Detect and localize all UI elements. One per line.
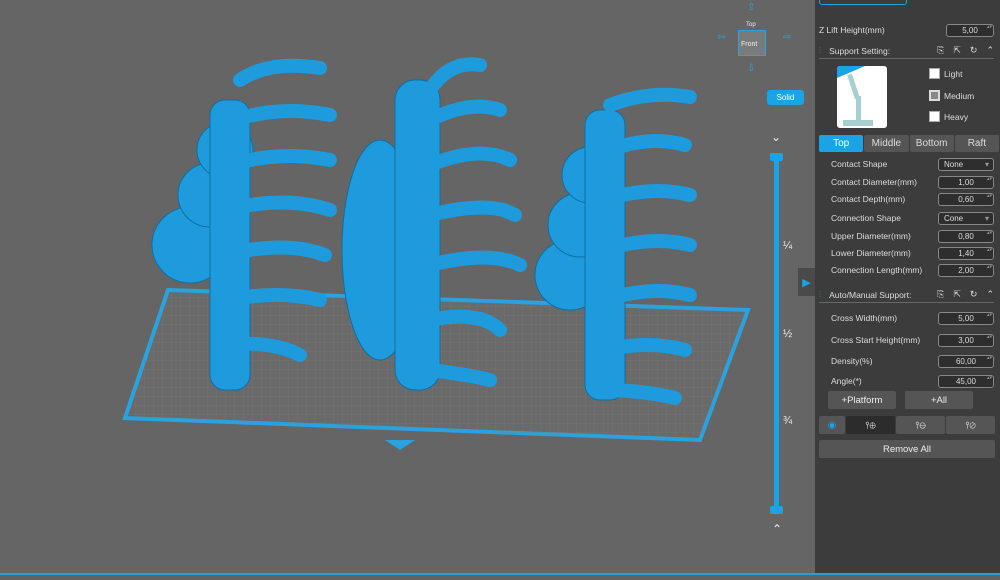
reset-icon[interactable]: ↻ (970, 289, 978, 300)
field-label: Density(%) (831, 356, 873, 366)
density-heavy[interactable]: Heavy (929, 111, 968, 122)
field-label: Upper Diameter(mm) (831, 231, 911, 241)
lower-diameter-input[interactable]: 1,40 (938, 246, 994, 260)
add-support-icon: ⫯⊕ (865, 419, 876, 431)
rotate-up-icon[interactable]: ⇧ (747, 2, 755, 13)
cross-start-height-input[interactable]: 3,00 (938, 333, 994, 347)
edit-support-icon: ⫯⊘ (965, 419, 976, 431)
remove-support-tool[interactable]: ⫯⊖ (896, 416, 945, 434)
layer-slider-track[interactable] (774, 157, 779, 512)
support-panel: Z Lift Height(mm) 5,00 ⫶ Support Setting… (815, 0, 1000, 575)
collapse-panel-button[interactable]: ▶ (798, 268, 815, 296)
tab-raft[interactable]: Raft (954, 135, 999, 152)
slider-label-quarter: ¼ (783, 240, 793, 252)
density-input[interactable]: 60,00 (938, 354, 994, 368)
rotate-down-icon[interactable]: ⇩ (747, 63, 755, 74)
cube-front[interactable]: Front (741, 41, 757, 48)
rotate-right-icon[interactable]: ⇨ (783, 32, 791, 43)
view-cube[interactable]: Top Front (738, 22, 770, 58)
tab-top[interactable]: Top (819, 135, 864, 152)
remove-support-icon: ⫯⊖ (915, 419, 926, 431)
layer-slider-top-handle[interactable] (770, 153, 783, 161)
connection-shape-select[interactable]: Cone (938, 211, 994, 225)
collapse-icon[interactable]: ⌃ (986, 289, 994, 300)
support-preview-image (837, 66, 887, 128)
eye-icon: ◉ (827, 419, 837, 431)
support-setting-label: Support Setting: (829, 45, 891, 56)
field-label: Contact Shape (831, 159, 888, 169)
add-support-tool[interactable]: ⫯⊕ (846, 416, 895, 434)
tab-middle[interactable]: Middle (864, 135, 909, 152)
support-icon: ⫶ (819, 45, 822, 55)
all-button[interactable]: +All (905, 391, 973, 409)
reset-icon[interactable]: ↻ (970, 45, 978, 56)
angle-input[interactable]: 45,00 (938, 374, 994, 388)
layer-slider-bottom-handle[interactable] (770, 506, 783, 514)
slider-label-half: ½ (783, 328, 793, 340)
cross-width-input[interactable]: 5,00 (938, 311, 994, 325)
field-label: Connection Shape (831, 213, 901, 223)
rotate-left-icon[interactable]: ⇦ (717, 32, 725, 43)
import-icon[interactable]: ⎘ (937, 45, 944, 56)
layer-slider-bottom-arrow[interactable]: ⌃ (772, 522, 782, 536)
panel-top-tab (819, 0, 907, 5)
export-icon[interactable]: ⇱ (953, 289, 961, 300)
density-light[interactable]: Light (929, 68, 962, 79)
solid-button[interactable]: Solid (767, 90, 804, 105)
upper-diameter-input[interactable]: 0,80 (938, 229, 994, 243)
field-label: Lower Diameter(mm) (831, 248, 911, 258)
connection-length-input[interactable]: 2,00 (938, 263, 994, 277)
field-label: Cross Width(mm) (831, 313, 898, 323)
layer-slider-top-arrow[interactable]: ⌄ (771, 130, 781, 144)
field-label: Cross Start Height(mm) (831, 335, 921, 345)
tab-bottom[interactable]: Bottom (909, 135, 954, 152)
contact-depth-input[interactable]: 0,60 (938, 192, 994, 206)
field-label: Connection Length(mm) (831, 265, 923, 275)
cube-top[interactable]: Top (746, 22, 756, 28)
import-icon[interactable]: ⎘ (937, 289, 944, 300)
z-lift-input[interactable]: 5,00 (946, 23, 994, 37)
platform-button[interactable]: +Platform (828, 391, 896, 409)
export-icon[interactable]: ⇱ (953, 45, 961, 56)
contact-shape-select[interactable]: None (938, 157, 994, 171)
slider-label-three-quarter: ¾ (783, 415, 793, 427)
field-label: Contact Depth(mm) (831, 194, 906, 204)
field-label: Angle(*) (831, 376, 862, 386)
collapse-icon[interactable]: ⌃ (986, 45, 994, 56)
3d-viewport[interactable]: Top Front ⇧ ⇩ ⇦ ⇨ Solid ⌄ ¼ ½ ¾ ⌃ ▶ (0, 0, 815, 575)
edit-support-tool[interactable]: ⫯⊘ (946, 416, 995, 434)
auto-manual-label: Auto/Manual Support: (829, 289, 912, 300)
remove-all-button[interactable]: Remove All (819, 440, 995, 458)
visibility-toggle[interactable]: ◉ (819, 416, 845, 434)
field-label: Contact Diameter(mm) (831, 177, 917, 187)
density-medium[interactable]: Medium (929, 90, 974, 101)
z-lift-label: Z Lift Height(mm) (819, 25, 885, 35)
auto-support-icon: ⫶ (819, 289, 822, 299)
contact-diameter-input[interactable]: 1,00 (938, 175, 994, 189)
scene (122, 57, 751, 450)
